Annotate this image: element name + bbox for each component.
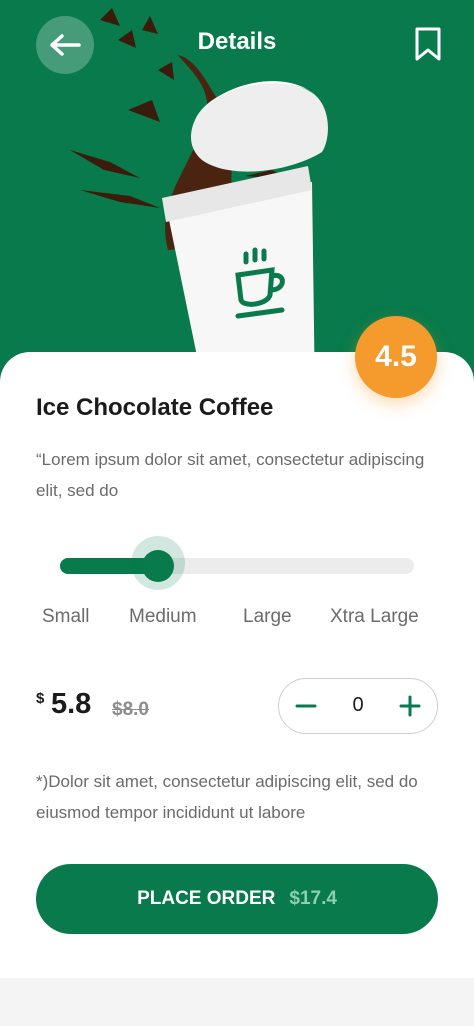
place-order-button[interactable]: PLACE ORDER $17.4: [36, 864, 438, 934]
current-price: 5.8: [51, 688, 92, 720]
plus-icon: [399, 695, 421, 716]
bookmark-icon[interactable]: [412, 26, 444, 62]
size-slider[interactable]: [60, 536, 414, 590]
order-total: $17.4: [289, 888, 337, 909]
minus-icon: [295, 704, 317, 707]
place-order-label: PLACE ORDER: [137, 888, 276, 909]
product-description: “Lorem ipsum dolor sit amet, consectetur…: [36, 450, 425, 500]
price-currency: $: [36, 690, 45, 707]
size-option-xtra-large[interactable]: Xtra Large: [330, 606, 419, 628]
size-option-small[interactable]: Small: [42, 606, 90, 628]
page-title: Details: [197, 28, 277, 55]
quantity-value: 0: [352, 694, 364, 716]
decrease-button[interactable]: [279, 679, 333, 732]
size-option-medium[interactable]: Medium: [129, 606, 197, 628]
original-price: $8.0: [112, 699, 149, 720]
slider-knob[interactable]: [142, 550, 174, 582]
product-name: Ice Chocolate Coffee: [36, 394, 274, 421]
quantity-stepper: 0: [278, 678, 438, 734]
increase-button[interactable]: [383, 679, 437, 732]
order-note: *)Dolor sit amet, consectetur adipiscing…: [36, 772, 418, 822]
size-option-large[interactable]: Large: [243, 606, 292, 628]
rating-badge: 4.5: [355, 316, 437, 398]
